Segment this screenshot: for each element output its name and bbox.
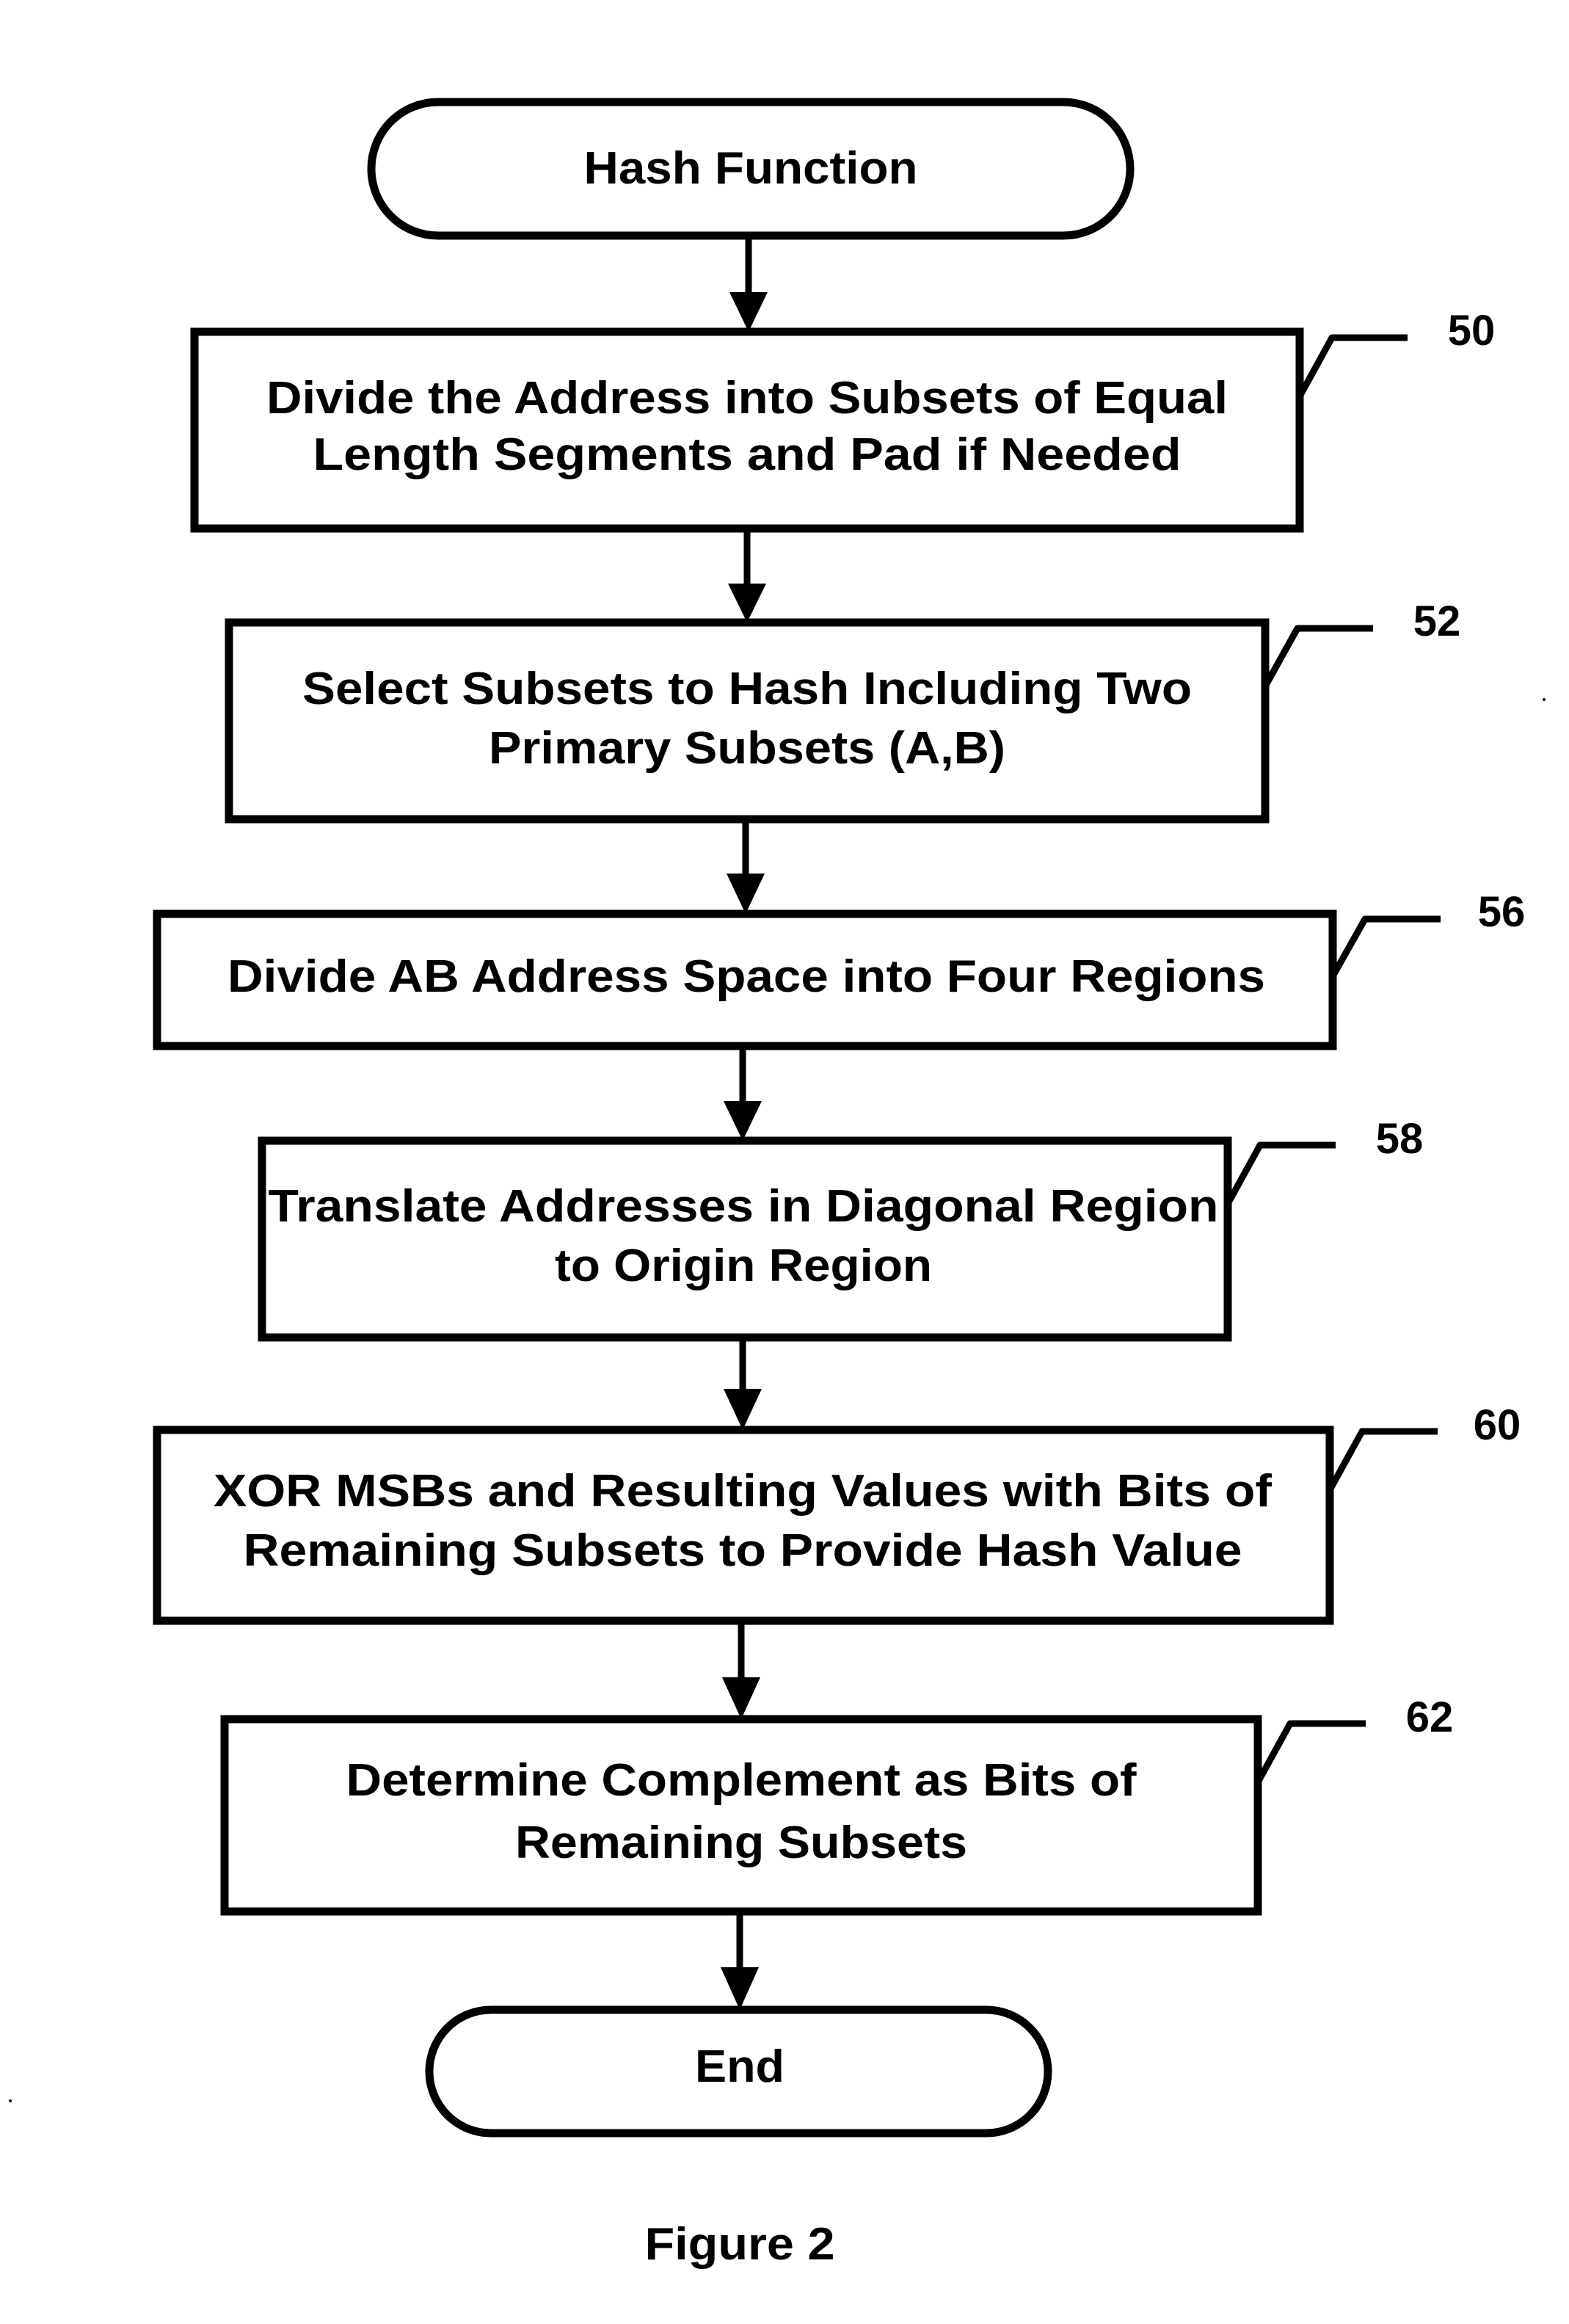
process-step-62: Determine Complement as Bits of Remainin…: [220, 1693, 1454, 1916]
leader-line-56: [1330, 915, 1441, 978]
step-50-line-1: Divide the Address into Subsets of Equal: [266, 373, 1228, 424]
start-terminator-label: Hash Function: [584, 143, 918, 194]
figure-caption: Figure 2: [645, 2219, 835, 2270]
reference-number-58: 58: [1376, 1115, 1424, 1163]
arrow-head-icon: [729, 292, 768, 332]
step-60-line-1: XOR MSBs and Resulting Values with Bits …: [214, 1466, 1272, 1517]
end-terminator: End: [425, 2005, 1052, 2138]
arrow-60-to-62: [722, 1621, 760, 1719]
leader-line-62: [1255, 1720, 1366, 1784]
arrow-start-to-50: [729, 236, 768, 332]
process-box-62: [220, 1715, 1262, 1916]
arrow-58-to-60: [724, 1337, 762, 1430]
reference-number-52: 52: [1413, 598, 1461, 645]
process-step-52: Select Subsets to Hash Including Two Pri…: [225, 598, 1461, 824]
arrow-head-icon: [724, 1389, 762, 1430]
reference-number-50: 50: [1448, 307, 1496, 355]
reference-number-62: 62: [1406, 1693, 1454, 1741]
step-62-line-1: Determine Complement as Bits of: [346, 1755, 1137, 1806]
step-62-line-2: Remaining Subsets: [515, 1818, 967, 1868]
arrow-52-to-56: [727, 819, 765, 914]
process-step-58: Translate Addresses in Diagonal Region t…: [258, 1115, 1424, 1342]
scan-speck: [9, 2099, 12, 2102]
arrow-head-icon: [728, 584, 766, 622]
step-58-line-1: Translate Addresses in Diagonal Region: [269, 1181, 1219, 1232]
leader-line-58: [1225, 1141, 1336, 1206]
leader-line-52: [1262, 625, 1373, 689]
arrow-head-icon: [722, 1677, 760, 1719]
process-step-50: Divide the Address into Subsets of Equal…: [190, 307, 1496, 533]
arrow-head-icon: [727, 874, 765, 914]
step-50-line-2: Length Segments and Pad if Needed: [313, 429, 1182, 480]
process-step-56: Divide AB Address Space into Four Region…: [153, 888, 1526, 1050]
arrow-50-to-52: [728, 529, 766, 622]
arrow-56-to-58: [724, 1046, 762, 1141]
step-58-line-2: to Origin Region: [555, 1241, 932, 1291]
arrow-head-icon: [724, 1101, 762, 1141]
leader-line-50: [1297, 334, 1408, 399]
process-step-60: XOR MSBs and Resulting Values with Bits …: [153, 1401, 1521, 1625]
start-terminator: Hash Function: [367, 98, 1135, 240]
step-52-line-2: Primary Subsets (A,B): [489, 723, 1005, 774]
arrow-62-to-end: [721, 1911, 759, 2010]
scan-speck: [1543, 698, 1546, 701]
process-box-52: [225, 618, 1270, 824]
reference-number-60: 60: [1474, 1401, 1521, 1449]
flowchart: Hash Function Divide the Address into Su…: [9, 98, 1546, 2270]
step-60-line-2: Remaining Subsets to Provide Hash Value: [244, 1525, 1242, 1576]
process-box-58: [258, 1136, 1232, 1342]
arrow-head-icon: [721, 1967, 759, 2010]
step-56-line-1: Divide AB Address Space into Four Region…: [227, 951, 1265, 1002]
leader-line-60: [1327, 1428, 1438, 1492]
end-terminator-label: End: [695, 2041, 784, 2092]
step-52-line-1: Select Subsets to Hash Including Two: [302, 664, 1192, 714]
reference-number-56: 56: [1478, 888, 1526, 936]
